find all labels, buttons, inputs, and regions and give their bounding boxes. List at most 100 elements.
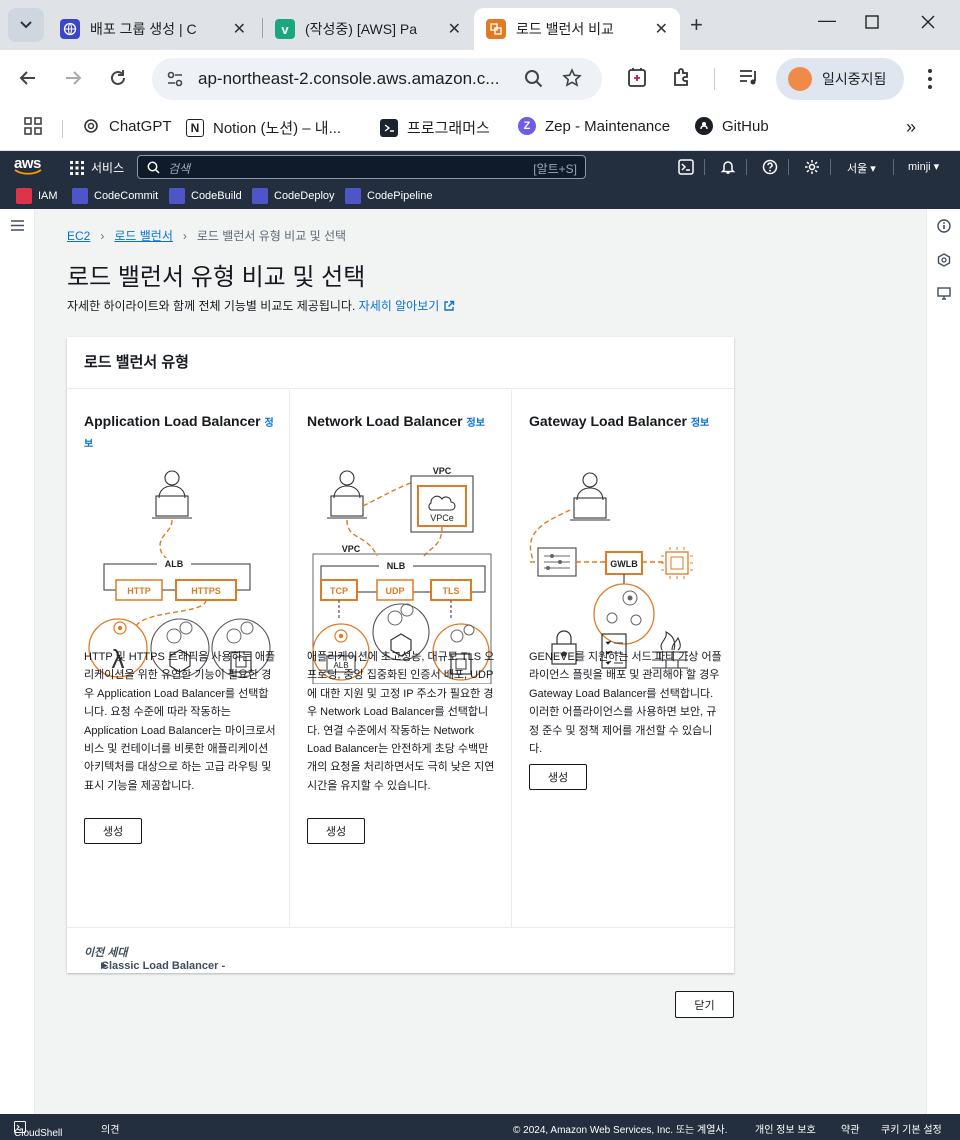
gwlb-create-button[interactable]: 생성 [529,764,587,790]
search-shortcut: [알트+S] [533,162,577,176]
cloudshell-footer-button[interactable]: CloudShell [14,1121,62,1139]
classic-expander-label: ▶ Classic Load Balancer - 이전 세대 [84,944,225,972]
extensions-puzzle-icon[interactable] [671,66,693,88]
chevron-right-icon: › [182,228,187,243]
region-selector[interactable]: 서울 ▾ [847,160,876,176]
breadcrumb-current: 로드 밸런서 유형 비교 및 선택 [196,229,347,243]
bookmark-star-icon[interactable] [562,68,582,88]
cloudshell-icon[interactable] [678,159,694,175]
bookmark-notion[interactable]: N Notion (노션) – 내... [186,117,341,138]
privacy-link[interactable]: 개인 정보 보호 [755,1121,816,1136]
bookmark-programmers[interactable]: 프로그래머스 [380,117,490,138]
bookmark-zep[interactable]: Z Zep - Maintenance [518,117,670,135]
forward-arrow-icon[interactable] [63,68,83,88]
settings-gear-icon[interactable] [804,159,820,175]
services-menu-button[interactable]: 서비스 [70,159,124,176]
classic-note: 이전 세대 [84,947,128,959]
bookmark-label: ChatGPT [109,117,172,135]
help-icon[interactable] [762,159,778,175]
new-tab-icon[interactable]: + [690,12,703,38]
favorite-codedeploy[interactable]: CodeDeploy [252,188,335,204]
browser-tab[interactable]: v (작성중) [AWS] Pa ✕ [263,8,473,50]
zoom-search-icon[interactable] [524,69,544,89]
favorite-iam[interactable]: IAM [16,188,58,204]
velog-icon: v [275,19,295,39]
programmers-icon [380,118,398,137]
bookmark-chatgpt[interactable]: ChatGPT [82,117,172,135]
breadcrumb-ec2-link[interactable]: EC2 [67,229,90,243]
site-settings-icon[interactable] [166,70,184,88]
profile-paused-button[interactable]: 일시중지됨 [776,58,904,100]
maximize-icon[interactable] [864,14,880,30]
apps-grid-icon[interactable] [24,117,42,135]
notion-icon: N [186,118,204,137]
close-icon[interactable]: ✕ [233,19,246,39]
vpc-label: VPC [342,544,361,554]
user-laptop-icon [152,470,192,519]
tab-title: 배포 그룹 생성 | C [90,21,197,37]
close-icon[interactable]: ✕ [448,19,461,39]
external-link-icon [443,300,454,311]
back-arrow-icon[interactable] [18,68,38,88]
search-icon [147,161,160,174]
favorite-codebuild[interactable]: CodeBuild [169,188,242,204]
aws-logo[interactable]: aws [14,155,42,175]
aws-search-input[interactable]: 검색 [알트+S] [137,155,586,179]
more-bookmarks-icon[interactable]: » [906,117,916,138]
gwlb-info-link[interactable]: 정보 [691,418,709,429]
udp-label: UDP [385,586,404,596]
learn-more-label: 자세히 알아보기 [358,299,440,313]
aws-logo-text: aws [14,155,41,172]
http-label: HTTP [127,586,151,596]
subtitle-text: 자세한 하이라이트와 함께 전체 기능별 비교도 제공됩니다. [67,299,356,313]
nlb-create-button[interactable]: 생성 [307,818,365,844]
favorite-codepipeline[interactable]: CodePipeline [345,188,432,204]
media-queue-icon[interactable] [738,66,760,88]
account-menu[interactable]: minji ▾ [908,160,939,173]
tcp-label: TCP [330,586,348,596]
alb-create-button[interactable]: 생성 [84,818,142,844]
chevron-down-icon [20,21,32,29]
tab-search-button[interactable] [8,8,44,42]
close-button[interactable]: 닫기 [675,991,734,1018]
amazon-q-icon[interactable] [937,253,951,267]
browser-tab[interactable]: 배포 그룹 생성 | C ✕ [48,8,258,50]
feedback-screen-icon[interactable] [937,287,951,301]
tab-title: (작성중) [AWS] Pa [305,21,418,37]
notifications-bell-icon[interactable] [720,159,736,175]
nlb-group-label: NLB [387,561,406,571]
browser-tab-active[interactable]: 로드 밸런서 비교 ✕ [474,8,680,50]
gwlb-diagram: GWLB [529,472,693,669]
minimize-icon[interactable]: — [818,10,836,31]
feedback-link[interactable]: 의견 [101,1121,119,1136]
favorite-label: CodeCommit [94,190,159,202]
breadcrumb-load-balancers-link[interactable]: 로드 밸런서 [114,227,173,244]
header-divider [788,159,789,175]
extension-notebook-icon[interactable] [627,66,647,88]
bookmark-label: GitHub [722,117,769,135]
kebab-menu-icon[interactable] [926,68,934,90]
close-icon[interactable]: ✕ [655,19,668,39]
router-filter-icon [537,547,577,577]
favorite-codecommit[interactable]: CodeCommit [72,188,158,204]
reload-icon[interactable] [108,68,128,88]
terms-link[interactable]: 약관 [841,1121,859,1136]
info-panel-icon[interactable] [937,219,951,233]
vpc-label: VPC [433,466,452,476]
nlb-info-link[interactable]: 정보 [467,418,485,429]
github-icon [695,117,713,135]
globe-icon [60,19,80,39]
favorite-label: IAM [38,190,58,202]
services-label: 서비스 [91,161,125,175]
cookie-preferences-link[interactable]: 쿠키 기본 설정 [881,1121,942,1136]
address-bar[interactable]: ap-northeast-2.console.aws.amazon.c... [152,58,602,100]
learn-more-link[interactable]: 자세히 알아보기 [359,299,455,313]
hamburger-menu-icon[interactable] [11,220,24,231]
header-divider [746,159,747,175]
bookmark-github[interactable]: GitHub [695,117,769,135]
window-close-icon[interactable] [920,14,936,30]
console-footer: CloudShell 의견 © 2024, Amazon Web Service… [0,1114,960,1140]
classic-load-balancer-expander[interactable]: ▶ Classic Load Balancer - 이전 세대 [67,927,734,973]
page-title: 로드 밸런서 유형 비교 및 선택 [67,264,366,291]
appliance-chip-icon [661,547,693,579]
